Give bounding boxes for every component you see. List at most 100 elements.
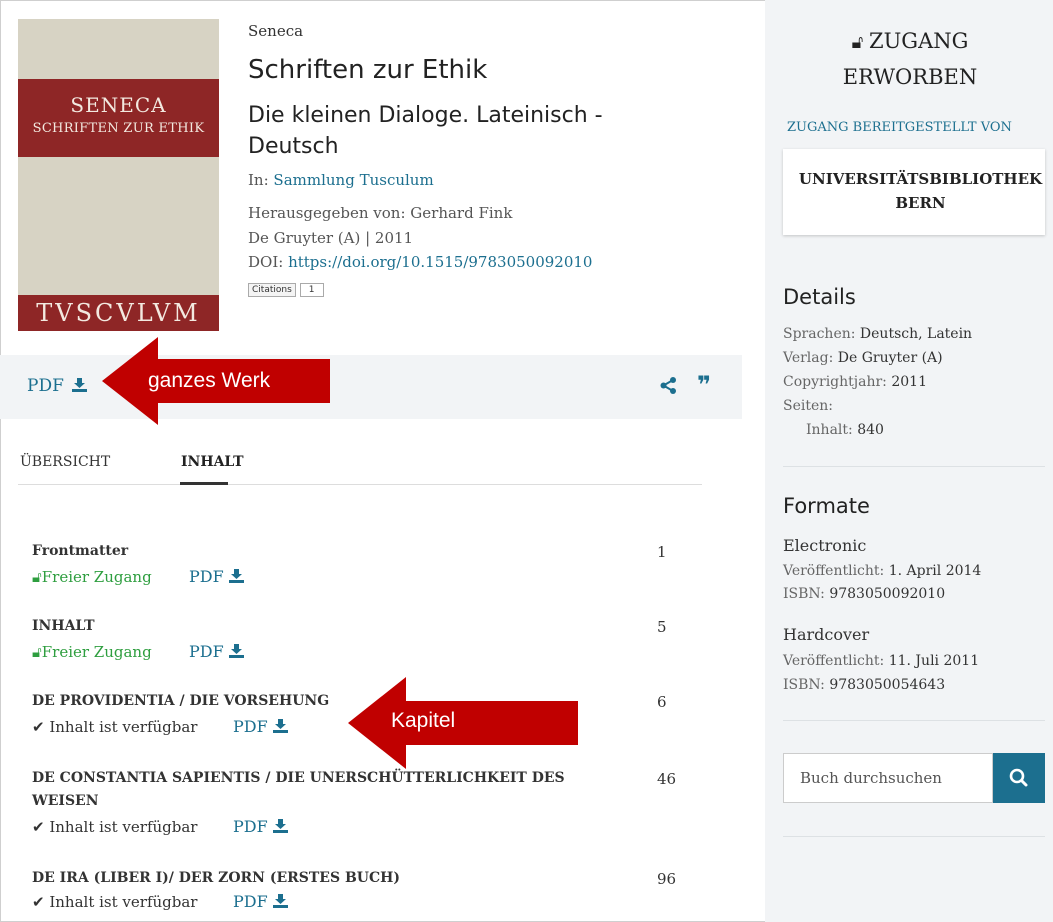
unlock-icon: 🔓︎ bbox=[32, 568, 42, 586]
book-author[interactable]: Seneca bbox=[248, 22, 303, 40]
chapter-pdf-link[interactable]: PDF bbox=[189, 567, 244, 586]
published-value: 1. April 2014 bbox=[888, 563, 982, 579]
institution-line2: BERN bbox=[895, 194, 946, 212]
download-icon bbox=[228, 644, 244, 658]
book-search-input[interactable]: Buch durchsuchen bbox=[783, 753, 993, 803]
available-status: ✔ Inhalt ist verfügbar bbox=[32, 718, 197, 736]
pdf-label: PDF bbox=[27, 376, 64, 396]
access-line1: ZUGANG bbox=[869, 29, 969, 53]
chapter-title[interactable]: Frontmatter bbox=[32, 543, 128, 559]
institution-name: UNIVERSITÄTSBIBLIOTHEK BERN bbox=[783, 167, 1053, 215]
details-copyright: Copyrightjahr: 2011 bbox=[783, 374, 927, 390]
citations-label: Citations bbox=[248, 283, 296, 297]
chapter-pdf-link[interactable]: PDF bbox=[233, 717, 288, 736]
publisher-label: Verlag: bbox=[783, 350, 838, 366]
chapter-page: 5 bbox=[657, 618, 667, 636]
details-heading: Details bbox=[783, 285, 856, 309]
chapter-page: 1 bbox=[657, 543, 667, 561]
details-languages: Sprachen: Deutsch, Latein bbox=[783, 326, 972, 342]
languages-value: Deutsch, Latein bbox=[859, 326, 973, 342]
chapter-title[interactable]: DE CONSTANTIA SAPIENTIS / DIE UNERSCHÜTT… bbox=[32, 770, 565, 786]
active-tab-indicator bbox=[180, 482, 228, 485]
copyright-value: 2011 bbox=[891, 374, 927, 390]
free-access-status: 🔓︎Freier Zugang bbox=[32, 643, 152, 661]
published-label: Veröffentlicht: bbox=[783, 563, 889, 579]
formats-heading: Formate bbox=[783, 494, 870, 518]
chapter-page: 6 bbox=[657, 693, 667, 711]
content-label: Inhalt: bbox=[806, 422, 858, 438]
published-label: Veröffentlicht: bbox=[783, 653, 889, 669]
sidebar-divider bbox=[783, 466, 1045, 467]
annotation-chapter-label: Kapitel bbox=[391, 709, 456, 732]
languages-label: Sprachen: bbox=[783, 326, 860, 342]
download-icon bbox=[228, 569, 244, 583]
tab-uebersicht[interactable]: ÜBERSICHT bbox=[20, 454, 110, 470]
book-publisher-year: De Gruyter (A) | 2011 bbox=[248, 229, 414, 247]
unlock-icon: 🔓︎ bbox=[851, 32, 869, 53]
publisher-value: De Gruyter (A) bbox=[837, 350, 943, 366]
format-hardcover: Hardcover bbox=[783, 625, 870, 644]
citations-count: 1 bbox=[299, 283, 324, 297]
format-published: Veröffentlicht: 1. April 2014 bbox=[783, 563, 981, 579]
pdf-label: PDF bbox=[233, 717, 268, 736]
cover-series: TVSCVLVM bbox=[18, 295, 219, 331]
chapter-title[interactable]: INHALT bbox=[32, 618, 95, 634]
search-button[interactable] bbox=[993, 753, 1045, 803]
available-status: ✔ Inhalt ist verfügbar bbox=[32, 818, 197, 836]
cover-band bbox=[18, 79, 219, 157]
citations-badge[interactable]: Citations 1 bbox=[248, 282, 324, 298]
access-acquired: 🔓︎ ZUGANG ERWORBEN bbox=[800, 24, 1020, 94]
chapter-title[interactable]: DE IRA (LIBER I)/ DER ZORN (ERSTES BUCH) bbox=[32, 870, 400, 886]
sidebar-divider bbox=[783, 720, 1045, 721]
chapter-pdf-link[interactable]: PDF bbox=[233, 892, 288, 911]
tab-inhalt[interactable]: INHALT bbox=[181, 454, 244, 470]
doi-label: DOI: bbox=[248, 253, 289, 271]
format-isbn: ISBN: 9783050054643 bbox=[783, 677, 945, 693]
book-doi: DOI: https://doi.org/10.1515/97830500920… bbox=[248, 253, 592, 271]
copyright-label: Copyrightjahr: bbox=[783, 374, 892, 390]
book-cover[interactable]: SENECA SCHRIFTEN ZUR ETHIK TVSCVLVM bbox=[18, 19, 219, 331]
free-access-status: 🔓︎Freier Zugang bbox=[32, 568, 152, 586]
access-label: Freier Zugang bbox=[41, 568, 152, 586]
format-published: Veröffentlicht: 11. Juli 2011 bbox=[783, 653, 979, 669]
download-icon bbox=[272, 819, 288, 833]
access-label: Inhalt ist verfügbar bbox=[49, 818, 198, 836]
chapter-pdf-link[interactable]: PDF bbox=[233, 817, 288, 836]
chapter-title[interactable]: DE PROVIDENTIA / DIE VORSEHUNG bbox=[32, 693, 329, 709]
series-prefix: In: bbox=[248, 171, 274, 189]
check-icon: ✔ bbox=[32, 893, 50, 911]
check-icon: ✔ bbox=[32, 718, 50, 736]
chapter-page: 46 bbox=[657, 770, 677, 788]
book-title: Schriften zur Ethik bbox=[248, 55, 488, 85]
format-isbn: ISBN: 9783050092010 bbox=[783, 586, 945, 602]
tabs-divider bbox=[18, 484, 702, 485]
search-icon bbox=[1009, 768, 1028, 787]
pdf-label: PDF bbox=[233, 892, 268, 911]
series-link[interactable]: Sammlung Tusculum bbox=[273, 171, 433, 189]
isbn-value: 9783050092010 bbox=[829, 586, 946, 602]
provided-by-label: ZUGANG BEREITGESTELLT VON bbox=[787, 120, 1012, 135]
share-button[interactable] bbox=[660, 377, 677, 398]
book-subtitle: Die kleinen Dialoge. Lateinisch - Deutsc… bbox=[248, 103, 603, 159]
access-label: Inhalt ist verfügbar bbox=[49, 893, 198, 911]
published-value: 11. Juli 2011 bbox=[888, 653, 980, 669]
check-icon: ✔ bbox=[32, 818, 50, 836]
pdf-label: PDF bbox=[189, 567, 224, 586]
download-icon bbox=[272, 719, 288, 733]
details-pages-label: Seiten: bbox=[783, 398, 833, 414]
details-content-pages: Inhalt: 840 bbox=[806, 422, 884, 438]
chapter-pdf-link[interactable]: PDF bbox=[189, 642, 244, 661]
isbn-label: ISBN: bbox=[783, 677, 830, 693]
share-icon bbox=[660, 377, 676, 394]
institution-line1: UNIVERSITÄTSBIBLIOTHEK bbox=[798, 170, 1043, 188]
available-status: ✔ Inhalt ist verfügbar bbox=[32, 893, 197, 911]
download-full-pdf-button[interactable]: PDF bbox=[27, 376, 88, 396]
cover-author: SENECA bbox=[70, 93, 167, 117]
cite-button[interactable]: ❞ bbox=[697, 371, 711, 399]
doi-link[interactable]: https://doi.org/10.1515/9783050092010 bbox=[288, 253, 592, 271]
access-line2: ERWORBEN bbox=[842, 65, 978, 89]
sidebar-divider bbox=[783, 836, 1045, 837]
pdf-label: PDF bbox=[189, 642, 224, 661]
details-publisher: Verlag: De Gruyter (A) bbox=[783, 350, 943, 366]
chapter-title-continued[interactable]: WEISEN bbox=[32, 793, 99, 809]
